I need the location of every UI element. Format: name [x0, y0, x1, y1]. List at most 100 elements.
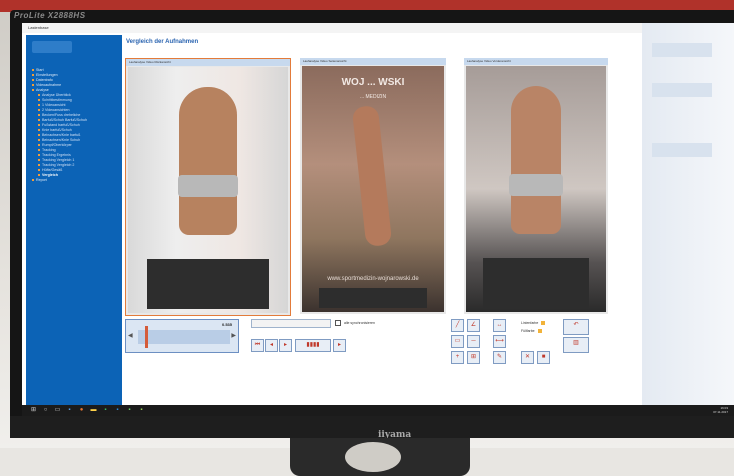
- app-icon[interactable]: ▪: [66, 407, 73, 414]
- grid-tool-icon[interactable]: ⊞: [467, 351, 480, 364]
- sidebar-item-label: Tracking: [42, 148, 56, 152]
- taskbar: ⊞ ○ ▭ ▪ ● ▬ ▪ ▪ ▪ ▪ 16:03 07.11.2017: [22, 405, 734, 416]
- runner-front-photo: [466, 66, 606, 312]
- sidebar-item-label: Analyse: [36, 88, 49, 92]
- background-window: [642, 23, 734, 416]
- bullet-icon: [32, 89, 34, 92]
- step-back-button[interactable]: ◂: [265, 339, 278, 352]
- search-icon[interactable]: ○: [42, 407, 49, 414]
- sidebar-item-label: Analyse Überblick: [42, 93, 71, 97]
- background-window-block: [652, 143, 712, 157]
- window-titlebar: Lastenbase: [22, 23, 642, 33]
- monitor-screen: Lastenbase — ▢ ✕ StartEinstellungenDaten…: [22, 23, 734, 416]
- line-tool-icon[interactable]: ╱: [451, 319, 464, 332]
- measure-tool-icon[interactable]: ↔: [493, 319, 506, 332]
- sidebar-item[interactable]: Report: [32, 178, 120, 183]
- sidebar-item-label: Beinachsen/Knie barfuß: [42, 133, 81, 137]
- app-icon[interactable]: ▪: [102, 407, 109, 414]
- sidebar-item-label: 1 Videoansicht: [42, 103, 66, 107]
- start-icon[interactable]: ⊞: [30, 407, 37, 414]
- runner-shorts: [509, 174, 563, 197]
- window-title: Lastenbase: [28, 25, 49, 30]
- sync-checkbox-label: alle synchronisieren: [343, 320, 375, 325]
- sync-checkbox[interactable]: alle synchronisieren: [335, 320, 375, 326]
- bullet-icon: [38, 119, 40, 122]
- bullet-icon: [38, 99, 40, 102]
- bullet-icon: [32, 74, 34, 77]
- slider-left-arrow-icon[interactable]: ◀: [128, 332, 133, 339]
- taskbar-clock[interactable]: 16:03 07.11.2017: [713, 406, 728, 414]
- monitor-stand-hole: [345, 442, 401, 472]
- line-color-legend[interactable]: Linienfarbe: [521, 321, 546, 326]
- slider-track[interactable]: [138, 330, 230, 344]
- fill-color-label: Füllfarbe: [521, 329, 535, 333]
- sidebar-item-label: Tracking Vergleich 1: [42, 158, 75, 162]
- undo-drawing-button[interactable]: ↶: [563, 319, 589, 335]
- background-window-block: [652, 83, 712, 97]
- line-color-swatch[interactable]: [541, 321, 546, 326]
- fill-color-swatch[interactable]: [537, 329, 542, 334]
- timeline-value: 0.535: [221, 322, 232, 327]
- video-select-dropdown[interactable]: [251, 319, 331, 328]
- angle-tool-icon[interactable]: ∠: [467, 319, 480, 332]
- app-icon[interactable]: ▪: [126, 407, 133, 414]
- browser-icon[interactable]: ●: [78, 407, 85, 414]
- sidebar-item-label: Barfuß/Schuh Barfuß/Schuh: [42, 118, 87, 122]
- app-icon[interactable]: ▪: [114, 407, 121, 414]
- cross-tool-icon[interactable]: +: [451, 351, 464, 364]
- poster-url: www.sportmedizin-wojnarowski.de: [327, 276, 419, 282]
- bullet-icon: [38, 109, 40, 112]
- rect-tool-icon[interactable]: ▭: [451, 335, 464, 348]
- speed-bars-button[interactable]: ▮▮▮▮: [295, 339, 331, 352]
- sidebar-nav: Start Einstellungen Datentrafo Videoaufnahm…: [32, 68, 120, 183]
- app-logo: [32, 41, 72, 53]
- bullet-icon: [38, 114, 40, 117]
- sidebar-item-label: Hüfte/Gesäß: [42, 168, 63, 172]
- bullet-icon: [32, 69, 34, 72]
- folder-icon[interactable]: ▬: [90, 407, 97, 414]
- step-forward-button[interactable]: ▸: [333, 339, 346, 352]
- bullet-icon: [38, 94, 40, 97]
- slider-thumb[interactable]: [145, 326, 149, 348]
- eraser-icon[interactable]: ✎: [493, 351, 506, 364]
- task-view-icon[interactable]: ▭: [54, 407, 61, 414]
- bullet-icon: [38, 134, 40, 137]
- timeline-slider[interactable]: ◀ 0.535 ▶: [125, 319, 239, 353]
- bullet-icon: [38, 164, 40, 167]
- bullet-icon: [32, 79, 34, 82]
- layout-button[interactable]: ▥: [563, 337, 589, 353]
- horizontal-line-icon[interactable]: ─: [467, 335, 480, 348]
- sidebar-item-label: Fußstand barfuß/Schuh: [42, 123, 80, 127]
- treadmill-belt: [147, 259, 269, 309]
- background-window-block: [652, 43, 712, 57]
- poster-line1: WOJ ... WSKI: [341, 77, 405, 88]
- runner-side-photo: WOJ ... WSKI ... MEDIZIN www.sportmedizi…: [302, 66, 444, 312]
- sidebar-item-label: Tracking Vergleich 2: [42, 163, 75, 167]
- checkbox-icon[interactable]: [335, 320, 341, 326]
- stop-button[interactable]: ■: [537, 351, 550, 364]
- sidebar-item-label: Schrittbestimmung: [42, 98, 72, 102]
- bullet-icon: [38, 124, 40, 127]
- runner-torso: [179, 87, 237, 235]
- video-panel-side[interactable]: Laufanalyse Video Seitenansicht WOJ ... …: [300, 58, 446, 314]
- bullet-icon: [32, 179, 34, 182]
- page-title: Vergleich der Aufnahmen: [126, 39, 199, 45]
- sidebar-item-label: Becken/Fuss dreheliche: [42, 113, 81, 117]
- bullet-icon: [38, 104, 40, 107]
- video-panel-front[interactable]: Laufanalyse Video Vorderansicht: [464, 58, 608, 314]
- runner-shorts: [177, 175, 239, 198]
- app-icon[interactable]: ▪: [138, 407, 145, 414]
- rewind-button[interactable]: ⏮: [251, 339, 264, 352]
- treadmill-belt: [319, 288, 427, 308]
- video-panel-back[interactable]: Laufanalyse Video Rückansicht: [125, 58, 291, 316]
- poster-line2: ... MEDIZIN: [359, 94, 387, 100]
- playback-controls: ◀ 0.535 ▶ alle synchronisieren ⏮ ◂ ▸ ▮▮▮…: [125, 319, 615, 379]
- slider-right-arrow-icon[interactable]: ▶: [231, 332, 236, 339]
- monitor-model-label: ProLite X2888HS: [14, 11, 86, 20]
- panel-header: Laufanalyse Video Rückansicht: [126, 59, 290, 66]
- play-button[interactable]: ▸: [279, 339, 292, 352]
- clear-button[interactable]: ✕: [521, 351, 534, 364]
- fill-color-legend[interactable]: Füllfarbe: [521, 329, 542, 334]
- distance-tool-icon[interactable]: ⟷: [493, 335, 506, 348]
- sidebar-item-label: Beinachsen/Knie Schuh: [42, 138, 81, 142]
